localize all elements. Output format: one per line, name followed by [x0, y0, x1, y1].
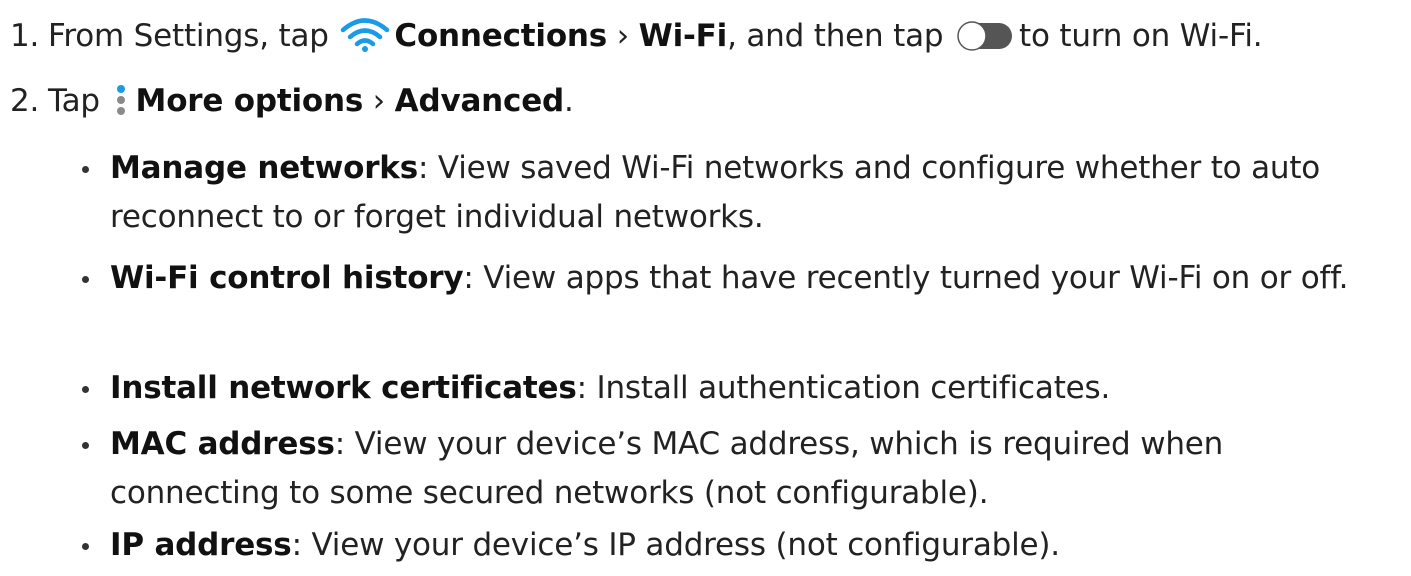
step-text: Tap: [48, 83, 100, 119]
bullet-icon: [82, 386, 89, 393]
wifi-term: Wi-Fi: [638, 18, 728, 54]
step-2: 2. Tap More options › Advanced.: [10, 81, 574, 122]
list-item: Manage networks: View saved Wi-Fi networ…: [82, 144, 1392, 242]
advanced-term: Advanced: [394, 83, 565, 119]
breadcrumb-separator: ›: [363, 83, 395, 119]
step-number: 1.: [10, 18, 40, 54]
breadcrumb-separator: ›: [607, 18, 639, 54]
option-term: MAC address: [110, 426, 335, 462]
option-description: : View apps that have recently turned yo…: [463, 260, 1349, 296]
step-number: 2.: [10, 83, 40, 119]
step-text: to turn on Wi-Fi.: [1019, 18, 1263, 54]
connections-term: Connections: [394, 18, 608, 54]
list-item: Install network certificates: Install au…: [82, 364, 1392, 413]
list-item: IP address: View your device’s IP addres…: [82, 521, 1392, 570]
step-text: .: [564, 83, 574, 119]
more-options-icon: [112, 81, 130, 119]
option-term: Install network certificates: [110, 370, 577, 406]
step-text: From Settings, tap: [48, 18, 329, 54]
list-item: Wi-Fi control history: View apps that ha…: [82, 254, 1392, 303]
toggle-icon: [957, 20, 1013, 52]
step-text: , and then tap: [727, 18, 944, 54]
option-term: Wi-Fi control history: [110, 260, 464, 296]
option-description: : Install authentication certificates.: [576, 370, 1111, 406]
option-term: IP address: [110, 527, 292, 563]
option-term: Manage networks: [110, 150, 418, 186]
bullet-icon: [82, 543, 89, 550]
wifi-icon: [340, 17, 390, 53]
bullet-icon: [82, 166, 89, 173]
list-item: MAC address: View your device’s MAC addr…: [82, 420, 1392, 518]
more-options-term: More options: [135, 83, 364, 119]
instructions-document: 1. From Settings, tap Connections › Wi-Fi…: [0, 0, 1411, 576]
option-description: : View your device’s IP address (not con…: [291, 527, 1061, 563]
step-1: 1. From Settings, tap Connections › Wi-Fi…: [10, 16, 1263, 56]
bullet-icon: [82, 442, 89, 449]
bullet-icon: [82, 276, 89, 283]
